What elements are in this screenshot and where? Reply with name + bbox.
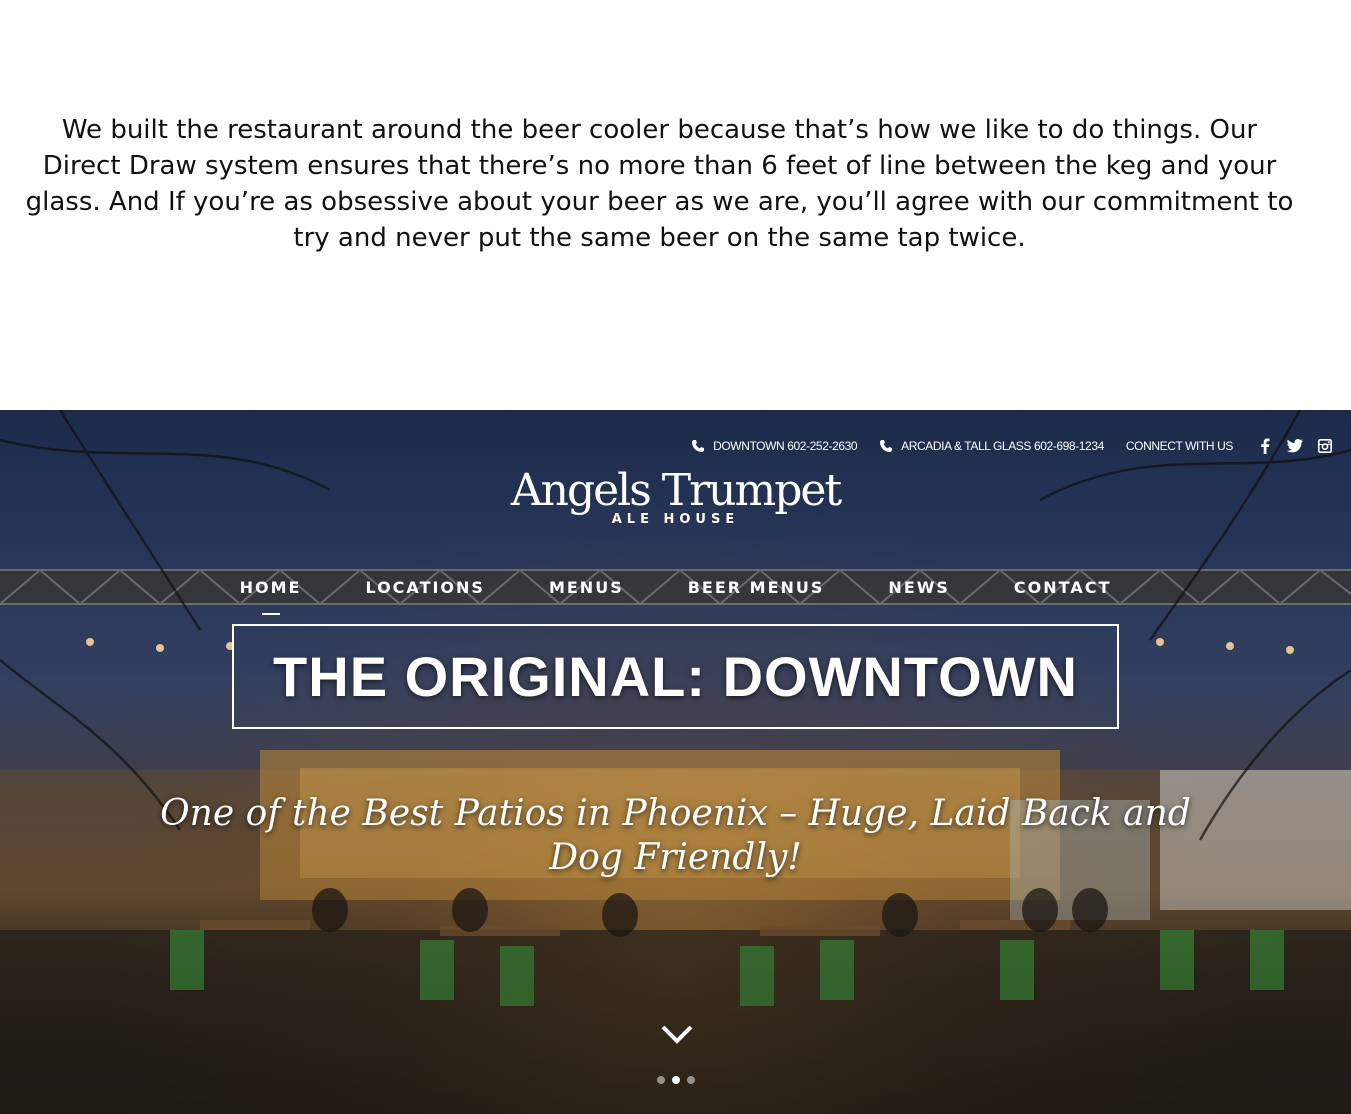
hero-banner: THE ORIGINAL: DOWNTOWN: [232, 624, 1119, 729]
slider-dot[interactable]: [656, 1076, 665, 1084]
hero-section: DOWNTOWN 602-252-2630 ARCADIA & TALL GLA…: [0, 410, 1351, 1114]
logo-name: Angels Trumpet: [510, 465, 842, 516]
nav-beer-menus[interactable]: BEER MENUS: [688, 578, 825, 597]
downtown-phone-label: DOWNTOWN 602-252-2630: [713, 439, 858, 453]
arcadia-phone[interactable]: ARCADIA & TALL GLASS 602-698-1234: [879, 439, 1104, 453]
main-nav: HOME LOCATIONS MENUS BEER MENUS NEWS CON…: [0, 578, 1351, 597]
intro-paragraph: We built the restaurant around the beer …: [25, 115, 1294, 253]
nav-home[interactable]: HOME: [240, 578, 302, 597]
phone-icon: [879, 439, 893, 453]
twitter-icon[interactable]: [1287, 438, 1303, 454]
nav-contact[interactable]: CONTACT: [1014, 578, 1111, 597]
slider-dot[interactable]: [686, 1076, 695, 1084]
hero-banner-title: THE ORIGINAL: DOWNTOWN: [273, 645, 1078, 708]
nav-news[interactable]: NEWS: [888, 578, 950, 597]
nav-menus[interactable]: MENUS: [549, 578, 624, 597]
phone-icon: [691, 439, 705, 453]
social-links: [1257, 438, 1333, 454]
nav-locations[interactable]: LOCATIONS: [365, 578, 485, 597]
arcadia-phone-label: ARCADIA & TALL GLASS 602-698-1234: [901, 439, 1104, 453]
facebook-icon[interactable]: [1257, 438, 1273, 454]
hero-tagline: One of the Best Patios in Phoenix – Huge…: [160, 793, 1191, 878]
site-logo[interactable]: Angels Trumpet ALE HOUSE: [0, 465, 1351, 528]
slider-dots: [0, 1076, 1351, 1084]
top-contact-bar: DOWNTOWN 602-252-2630 ARCADIA & TALL GLA…: [691, 438, 1333, 454]
logo-subtitle: ALE HOUSE: [611, 512, 740, 527]
downtown-phone[interactable]: DOWNTOWN 602-252-2630: [691, 439, 858, 453]
chevron-down-icon[interactable]: [660, 1022, 694, 1046]
slider-dot-active[interactable]: [671, 1076, 680, 1084]
instagram-icon[interactable]: [1317, 438, 1333, 454]
connect-label: CONNECT WITH US: [1125, 439, 1234, 453]
